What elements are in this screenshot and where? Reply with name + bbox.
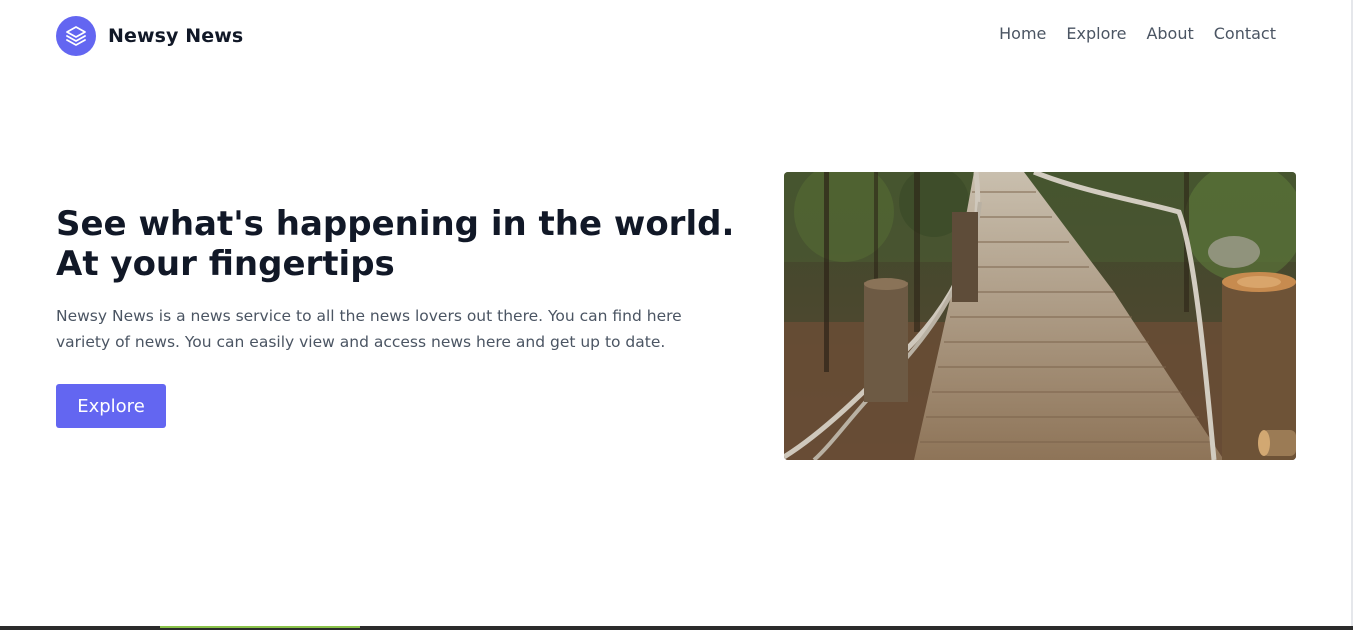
taskbar-active-indicator: [160, 626, 360, 628]
explore-button[interactable]: Explore: [56, 384, 166, 428]
brand-name: Newsy News: [108, 25, 244, 47]
brand[interactable]: Newsy News: [56, 16, 243, 56]
page: Newsy News Home Explore About Contact Se…: [0, 0, 1353, 630]
hero-section: See what's happening in the world. At yo…: [56, 204, 736, 355]
hero-image: [784, 172, 1296, 460]
layers-icon: [56, 16, 96, 56]
site-header: Newsy News Home Explore About Contact: [0, 0, 1353, 72]
hero-title-line-1: See what's happening in the world.: [56, 204, 735, 244]
nav-about-link[interactable]: About: [1146, 24, 1193, 43]
main-nav: Home Explore About Contact: [999, 24, 1276, 43]
nav-explore-link[interactable]: Explore: [1066, 24, 1126, 43]
nav-contact-link[interactable]: Contact: [1214, 24, 1276, 43]
hero-description: Newsy News is a news service to all the …: [56, 307, 682, 351]
nav-home-link[interactable]: Home: [999, 24, 1046, 43]
hero-title: See what's happening in the world. At yo…: [56, 204, 736, 284]
hero-title-line-2: At your fingertips: [56, 244, 395, 284]
